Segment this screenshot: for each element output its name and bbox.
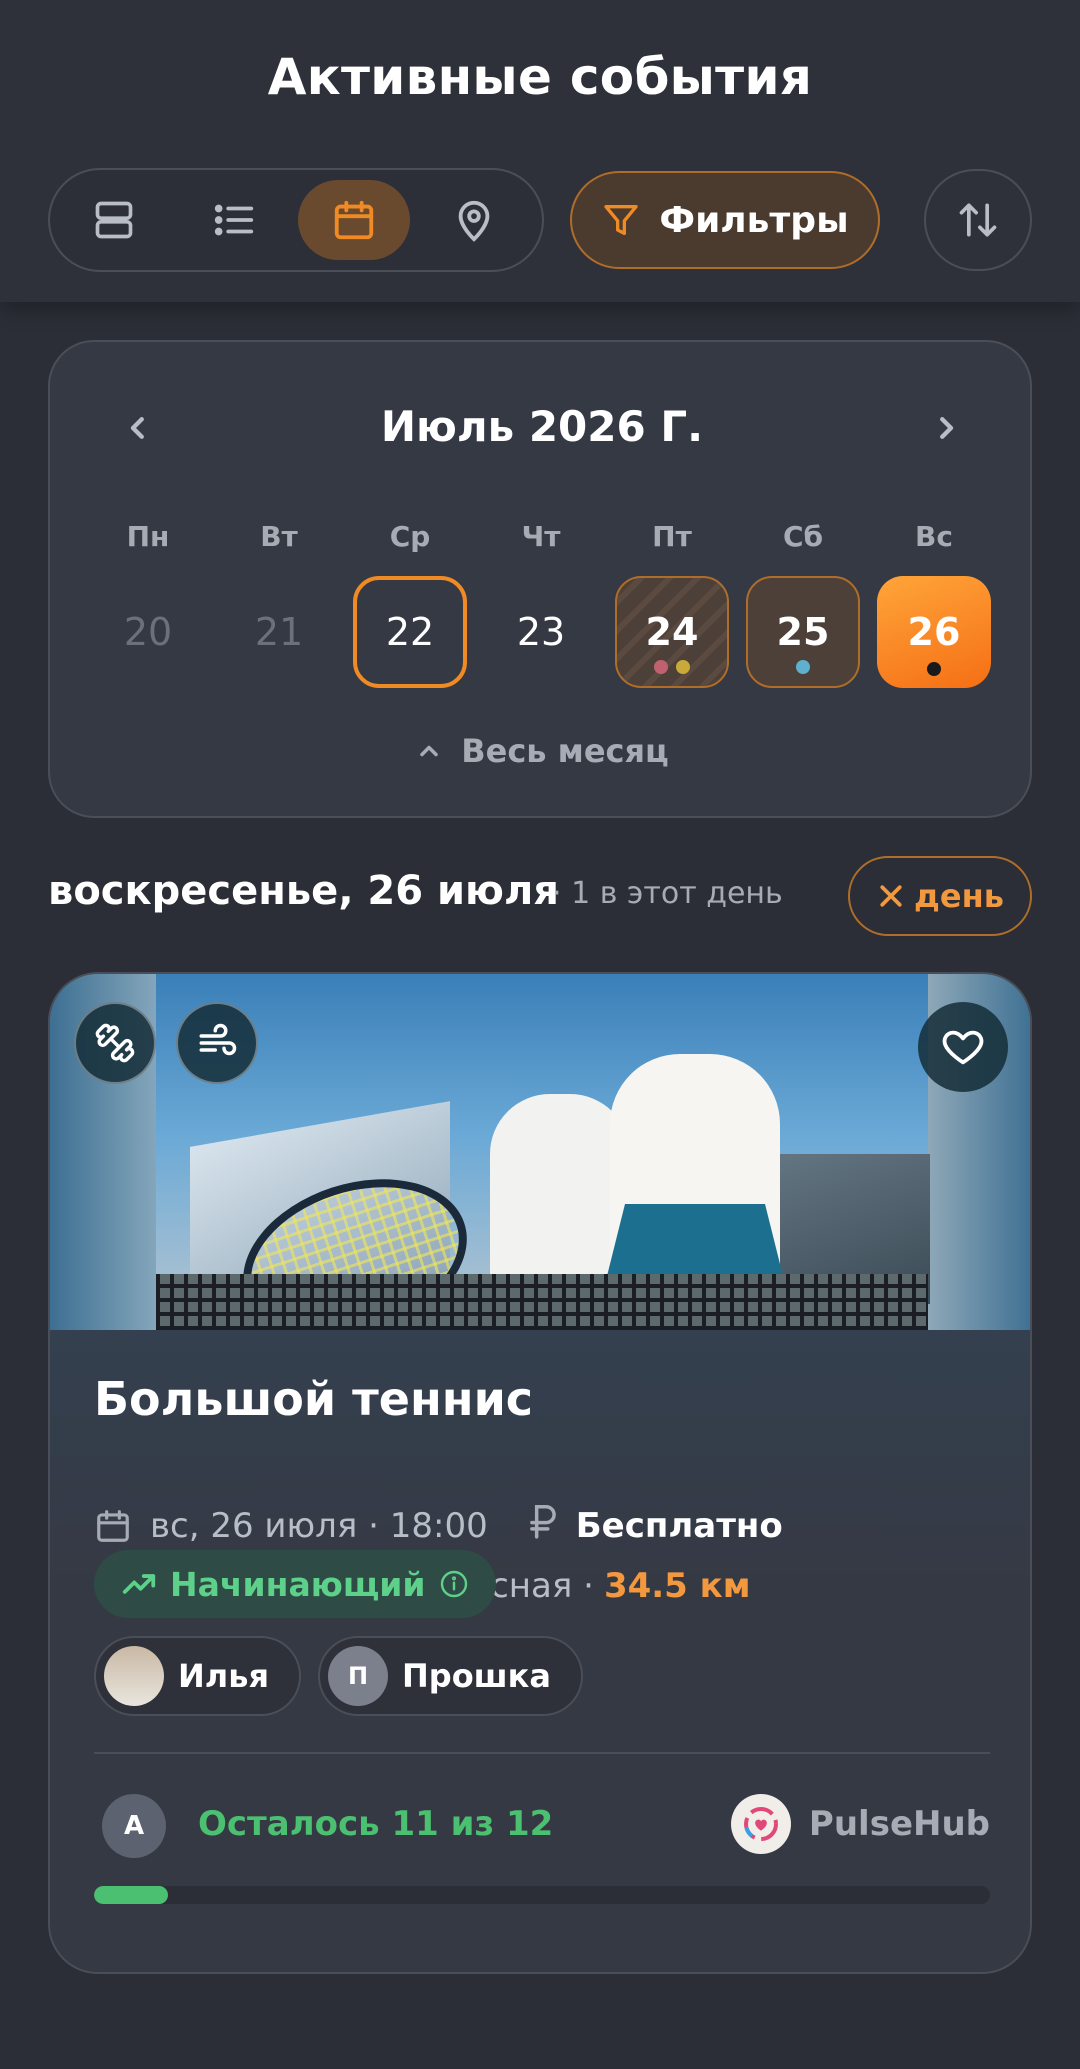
chevron-right-icon <box>940 417 954 439</box>
map-view-button[interactable] <box>418 180 530 260</box>
calendar-widget: Июль 2026 Г. Пн Вт Ср Чт Пт Сб Вс 20 21 … <box>48 340 1032 818</box>
weekday-label: Пт <box>652 520 692 553</box>
dumbbell-icon <box>95 1023 135 1063</box>
calendar-day-selected[interactable]: 26 <box>877 576 991 688</box>
expand-month-button[interactable]: Весь месяц <box>50 732 1034 770</box>
spots-progress-fill <box>94 1886 169 1904</box>
event-distance: 34.5 км <box>603 1566 751 1606</box>
event-datetime-row: вс, 26 июля · 18:00 Бесплатно <box>94 1502 783 1549</box>
cards-view-button[interactable] <box>58 180 170 260</box>
filters-button[interactable]: Фильтры <box>570 171 880 269</box>
top-bar: Активные события Фильтры <box>0 0 1080 302</box>
participant-chip[interactable]: П Прошка <box>318 1636 583 1716</box>
participant-chip[interactable]: Илья <box>94 1636 301 1716</box>
event-card[interactable]: Большой теннис вс, 26 июля · 18:00 Беспл… <box>48 972 1032 1974</box>
organizer[interactable]: PulseHub <box>730 1794 990 1854</box>
day-number: 24 <box>645 610 699 654</box>
calendar-day-today[interactable]: 22 <box>353 576 467 688</box>
info-icon <box>440 1570 467 1598</box>
event-dots <box>617 660 727 674</box>
avatar: П <box>328 1646 388 1706</box>
filters-label: Фильтры <box>659 199 849 241</box>
calendar-day[interactable]: 21 <box>222 576 336 688</box>
calendar-day[interactable]: 23 <box>484 576 598 688</box>
event-photo <box>50 974 1030 1330</box>
avatar <box>104 1646 164 1706</box>
day-number: 22 <box>385 610 435 654</box>
day-number: 21 <box>254 610 304 654</box>
weekday-label: Ср <box>389 520 431 553</box>
sort-button[interactable] <box>924 169 1032 271</box>
day-number: 25 <box>776 610 830 654</box>
events-count: · 1 в этот день <box>552 876 783 911</box>
event-title: Большой теннис <box>94 1372 534 1426</box>
weekday-label: Сб <box>782 520 824 553</box>
day-number: 23 <box>516 610 566 654</box>
expand-month-label: Весь месяц <box>461 732 669 770</box>
weekday-label: Вс <box>915 520 953 553</box>
weekday-label: Чт <box>521 520 561 553</box>
weekday-label: Вт <box>260 520 298 553</box>
events-screen: Активные события Фильтры Июль 2026 Г. Пн… <box>0 0 1080 2069</box>
spots-progress-bar <box>94 1886 990 1904</box>
spots-remaining: Осталось 11 из 12 <box>198 1804 554 1844</box>
calendar-view-icon <box>334 200 374 240</box>
chevron-up-icon <box>420 745 438 757</box>
event-dot <box>796 660 810 674</box>
event-card-body: Большой теннис вс, 26 июля · 18:00 Беспл… <box>50 1330 1030 1972</box>
favorite-button[interactable] <box>918 1002 1008 1092</box>
author-avatar: А <box>102 1794 166 1858</box>
page-title: Активные события <box>267 48 813 106</box>
filter-icon <box>604 205 639 235</box>
event-dot <box>654 660 668 674</box>
event-price: Бесплатно <box>575 1505 783 1546</box>
organizer-name: PulseHub <box>808 1804 990 1844</box>
calendar-day-with-events[interactable]: 25 <box>746 576 860 688</box>
event-dot <box>676 660 690 674</box>
calendar-view-button[interactable] <box>298 180 410 260</box>
wind-icon <box>199 1023 237 1056</box>
list-view-button[interactable] <box>178 180 290 260</box>
weekday-label: Пн <box>126 520 170 553</box>
participant-name: Илья <box>178 1657 269 1695</box>
event-dot <box>927 662 941 676</box>
map-pin-icon <box>458 200 490 242</box>
organizer-logo-icon <box>730 1794 791 1854</box>
ruble-icon <box>528 1502 558 1549</box>
day-number: 20 <box>123 610 173 654</box>
heart-icon <box>942 1030 984 1065</box>
clear-day-filter-button[interactable]: день <box>848 856 1032 936</box>
trending-up-icon <box>122 1574 156 1594</box>
list-view-icon <box>214 204 254 236</box>
next-month-button[interactable] <box>926 408 966 448</box>
outdoor-badge <box>176 1002 258 1084</box>
calendar-month-label: Июль 2026 Г. <box>380 402 704 451</box>
calendar-day[interactable]: 20 <box>91 576 205 688</box>
close-icon <box>880 885 902 907</box>
calendar-icon <box>97 1509 129 1542</box>
sport-category-badge <box>74 1002 156 1084</box>
event-datetime: вс, 26 июля · 18:00 <box>150 1505 488 1546</box>
skill-level-label: Начинающий <box>170 1564 426 1604</box>
divider <box>94 1752 990 1754</box>
event-dots <box>877 662 991 676</box>
cards-view-icon <box>95 201 133 239</box>
clear-day-filter-label: день <box>914 877 1004 915</box>
event-dots <box>748 660 858 674</box>
participant-name: Прошка <box>402 1657 551 1695</box>
sort-icon <box>959 203 997 237</box>
day-number: 26 <box>907 610 961 654</box>
view-switcher <box>48 168 544 272</box>
calendar-day-with-events[interactable]: 24 <box>615 576 729 688</box>
selected-date-heading: воскресенье, 26 июля <box>48 868 559 914</box>
skill-level-badge[interactable]: Начинающий <box>94 1550 496 1618</box>
